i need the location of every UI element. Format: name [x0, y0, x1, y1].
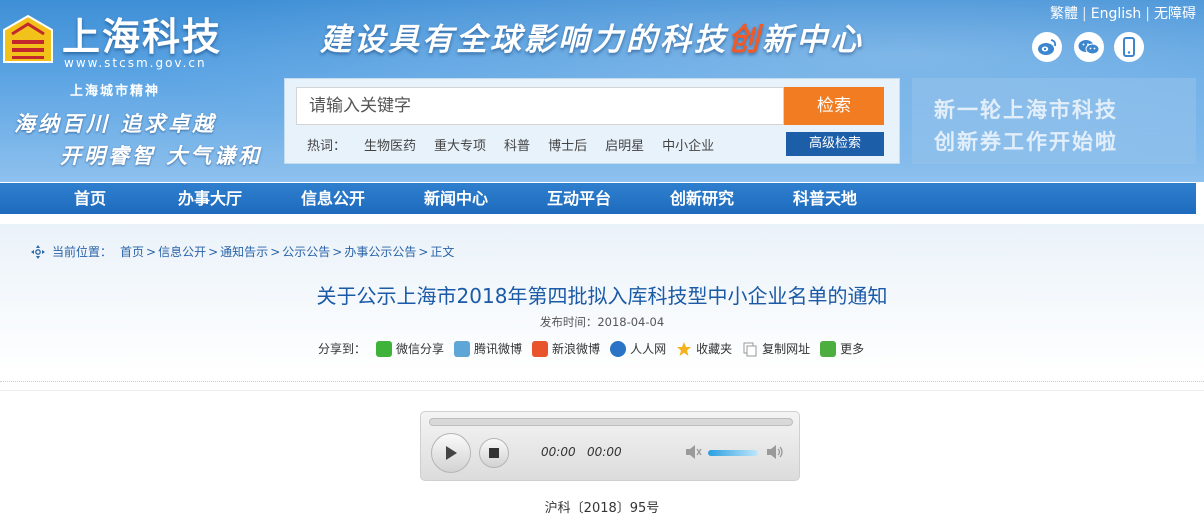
- slogan-highlight: 创: [728, 22, 762, 58]
- hot-words-label: 热词：: [307, 139, 347, 154]
- site-url: www.stcsm.gov.cn: [64, 56, 207, 70]
- hot-word-item[interactable]: 博士后: [548, 135, 587, 154]
- sina-weibo-icon: [532, 340, 549, 357]
- copy-icon: [743, 342, 757, 356]
- volume-slider[interactable]: [708, 450, 758, 456]
- site-logo-text[interactable]: 上海科技: [62, 6, 222, 61]
- search-button[interactable]: 检索: [784, 87, 884, 125]
- traditional-chinese-link[interactable]: 繁體: [1050, 6, 1078, 22]
- hot-word-item[interactable]: 启明星: [605, 135, 644, 154]
- stop-button[interactable]: [479, 438, 509, 468]
- breadcrumb-item[interactable]: 信息公开: [158, 243, 206, 260]
- search-input[interactable]: 请输入关键字: [296, 87, 784, 125]
- document-number: 沪科〔2018〕95号: [544, 501, 660, 516]
- renren-icon: [610, 340, 627, 357]
- english-link[interactable]: English: [1091, 6, 1142, 22]
- hot-word-item[interactable]: 中小企业: [662, 135, 714, 154]
- star-icon: [677, 341, 692, 356]
- divider: [0, 381, 1204, 382]
- location-icon: [31, 244, 45, 259]
- publish-date-label: 发布时间：: [539, 315, 598, 329]
- publish-date: 发布时间：2018-04-04: [0, 314, 1204, 330]
- nav-item-home[interactable]: 首页: [74, 183, 106, 214]
- header-slogan: 建设具有全球影响力的科技创新中心: [320, 14, 864, 59]
- wechat-share-icon: [376, 340, 393, 357]
- main-nav: 首页 办事大厅 信息公开 新闻中心 互动平台 创新研究 科普天地: [0, 183, 1196, 214]
- play-button[interactable]: [431, 433, 471, 473]
- share-copy-url[interactable]: 复制网址: [742, 340, 810, 357]
- share-sina-weibo[interactable]: 新浪微博: [532, 340, 600, 357]
- divider: [0, 390, 1204, 391]
- wechat-icon[interactable]: [1074, 32, 1104, 62]
- audio-player: 00:00 00:00: [420, 411, 800, 481]
- weibo-icon[interactable]: [1032, 32, 1062, 62]
- mobile-icon[interactable]: [1114, 32, 1144, 62]
- audio-progress-bar[interactable]: [429, 418, 793, 426]
- breadcrumb-item[interactable]: 首页: [120, 243, 144, 260]
- play-icon: [446, 446, 457, 460]
- publish-date-value: 2018-04-04: [597, 315, 665, 329]
- breadcrumb: 当前位置： 首页 > 信息公开 > 通知告示 > 公示公告 > 办事公示公告 > 正文: [30, 243, 454, 260]
- mute-icon[interactable]: [684, 443, 702, 461]
- share-more[interactable]: 更多: [820, 340, 864, 357]
- current-time: 00:00: [541, 445, 576, 459]
- article-title: 关于公示上海市2018年第四批拟入库科技型中小企业名单的通知: [316, 284, 888, 308]
- hot-words: 热词： 生物医药 重大专项 科普 博士后 启明星 中小企业: [307, 135, 732, 154]
- nav-item-service-hall[interactable]: 办事大厅: [178, 183, 242, 214]
- nav-item-interaction[interactable]: 互动平台: [547, 183, 611, 214]
- share-wechat[interactable]: 微信分享: [376, 340, 444, 357]
- share-bar: 分享到： 微信分享 腾讯微博 新浪微博 人人网 收藏夹 复制网址 更多: [318, 340, 864, 357]
- share-tencent-weibo[interactable]: 腾讯微博: [454, 340, 522, 357]
- share-tencent-weibo-label: 腾讯微博: [474, 342, 523, 356]
- promo-banner-line2: 创新券工作开始啦: [934, 130, 1118, 154]
- site-header: 上海科技 www.stcsm.gov.cn 上海城市精神 海纳百川 追求卓越 开…: [0, 0, 1204, 182]
- hot-word-item[interactable]: 科普: [504, 135, 530, 154]
- nav-item-science-popularization[interactable]: 科普天地: [793, 183, 857, 214]
- slogan-end: 新中心: [762, 22, 864, 58]
- share-more-label: 更多: [840, 342, 865, 356]
- city-spirit-title: 上海城市精神: [70, 84, 161, 99]
- share-copy-url-label: 复制网址: [762, 342, 811, 356]
- breadcrumb-item[interactable]: 通知告示: [220, 243, 268, 260]
- city-spirit-line2: 开明睿智 大气谦和: [60, 143, 263, 168]
- total-time: 00:00: [587, 445, 622, 459]
- stop-icon: [489, 448, 499, 458]
- share-favorite[interactable]: 收藏夹: [676, 340, 732, 357]
- search-panel: 请输入关键字 检索 热词： 生物医药 重大专项 科普 博士后 启明星 中小企业 …: [284, 78, 900, 164]
- nav-item-innovation-research[interactable]: 创新研究: [670, 183, 734, 214]
- volume-max-icon[interactable]: [765, 443, 785, 461]
- city-spirit-line1: 海纳百川 追求卓越: [14, 111, 217, 136]
- plus-icon: [820, 340, 837, 357]
- share-renren[interactable]: 人人网: [610, 340, 666, 357]
- logo-emblem-icon: [3, 14, 53, 63]
- nav-item-news-center[interactable]: 新闻中心: [424, 183, 488, 214]
- hot-word-item[interactable]: 生物医药: [364, 135, 416, 154]
- top-links: 繁體 | English | 无障碍: [1050, 6, 1196, 22]
- share-sina-weibo-label: 新浪微博: [552, 342, 601, 356]
- tencent-weibo-icon: [454, 340, 471, 357]
- nav-item-info-disclosure[interactable]: 信息公开: [301, 183, 365, 214]
- slogan-main: 建设具有全球影响力的科技: [320, 22, 728, 58]
- breadcrumb-item[interactable]: 公示公告: [282, 243, 330, 260]
- promo-banner-line1: 新一轮上海市科技: [934, 98, 1118, 122]
- share-wechat-label: 微信分享: [396, 342, 445, 356]
- breadcrumb-item-current[interactable]: 正文: [430, 243, 454, 260]
- share-renren-label: 人人网: [630, 342, 667, 356]
- advanced-search-button[interactable]: 高级检索: [786, 132, 884, 156]
- promo-banner[interactable]: 新一轮上海市科技 创新券工作开始啦: [912, 78, 1196, 164]
- accessibility-link[interactable]: 无障碍: [1154, 6, 1196, 22]
- hot-word-item[interactable]: 重大专项: [434, 135, 486, 154]
- share-favorite-label: 收藏夹: [696, 342, 733, 356]
- breadcrumb-label: 当前位置：: [52, 245, 113, 259]
- share-label: 分享到：: [318, 342, 367, 356]
- breadcrumb-item[interactable]: 办事公示公告: [344, 243, 416, 260]
